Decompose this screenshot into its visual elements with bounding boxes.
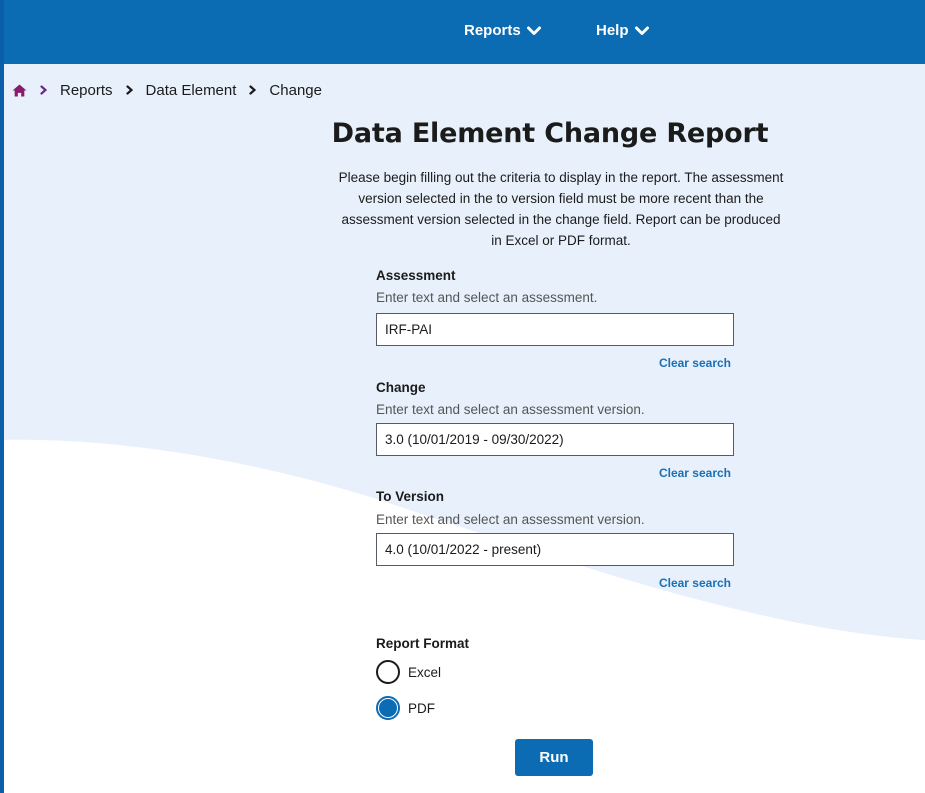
excel-radio-label: Excel	[408, 664, 442, 680]
chevron-right-icon	[125, 85, 133, 95]
change-label: Change	[376, 380, 426, 395]
chevron-down-icon	[634, 26, 649, 35]
page-title: Data Element Change Report	[331, 118, 769, 149]
assessment-clear-search-link[interactable]: Clear search	[620, 356, 731, 370]
intro-text: Please begin filling out the criteria to…	[338, 170, 784, 248]
change-input[interactable]	[376, 423, 734, 456]
nav-reports-label: Reports	[464, 22, 521, 39]
nav-help-label: Help	[596, 22, 629, 39]
excel-radio-button[interactable]	[376, 660, 400, 684]
breadcrumb-reports[interactable]: Reports	[60, 82, 113, 99]
breadcrumb: Reports Data Element Change	[12, 80, 322, 100]
chevron-right-icon	[249, 85, 257, 95]
pdf-radio-label: PDF	[408, 700, 435, 716]
report-format-label: Report Format	[376, 636, 470, 651]
assessment-input[interactable]	[376, 313, 734, 346]
excel-radio-option[interactable]: Excel	[376, 660, 441, 684]
to-version-input[interactable]	[376, 533, 734, 566]
change-hint: Enter text and select an assessment vers…	[376, 402, 645, 417]
top-navigation-bar: Reports Help	[0, 0, 925, 64]
breadcrumb-change: Change	[269, 81, 322, 99]
left-edge-rule	[0, 0, 4, 793]
to-version-clear-search-link[interactable]: Clear search	[620, 576, 731, 590]
to-version-label: To Version	[376, 489, 445, 504]
pdf-radio-option[interactable]: PDF	[376, 696, 435, 720]
run-button[interactable]: Run	[515, 739, 593, 776]
nav-help-menu[interactable]: Help	[596, 22, 649, 39]
change-clear-search-link[interactable]: Clear search	[620, 466, 731, 480]
assessment-hint: Enter text and select an assessment.	[376, 290, 598, 305]
breadcrumb-data-element[interactable]: Data Element	[146, 82, 237, 99]
chevron-right-icon	[40, 85, 47, 95]
to-version-hint: Enter text and select an assessment vers…	[376, 512, 645, 527]
assessment-label: Assessment	[376, 268, 456, 283]
nav-reports-menu[interactable]: Reports	[464, 22, 541, 39]
home-icon[interactable]	[12, 83, 27, 97]
pdf-radio-button[interactable]	[376, 696, 400, 720]
chevron-down-icon	[526, 26, 541, 35]
